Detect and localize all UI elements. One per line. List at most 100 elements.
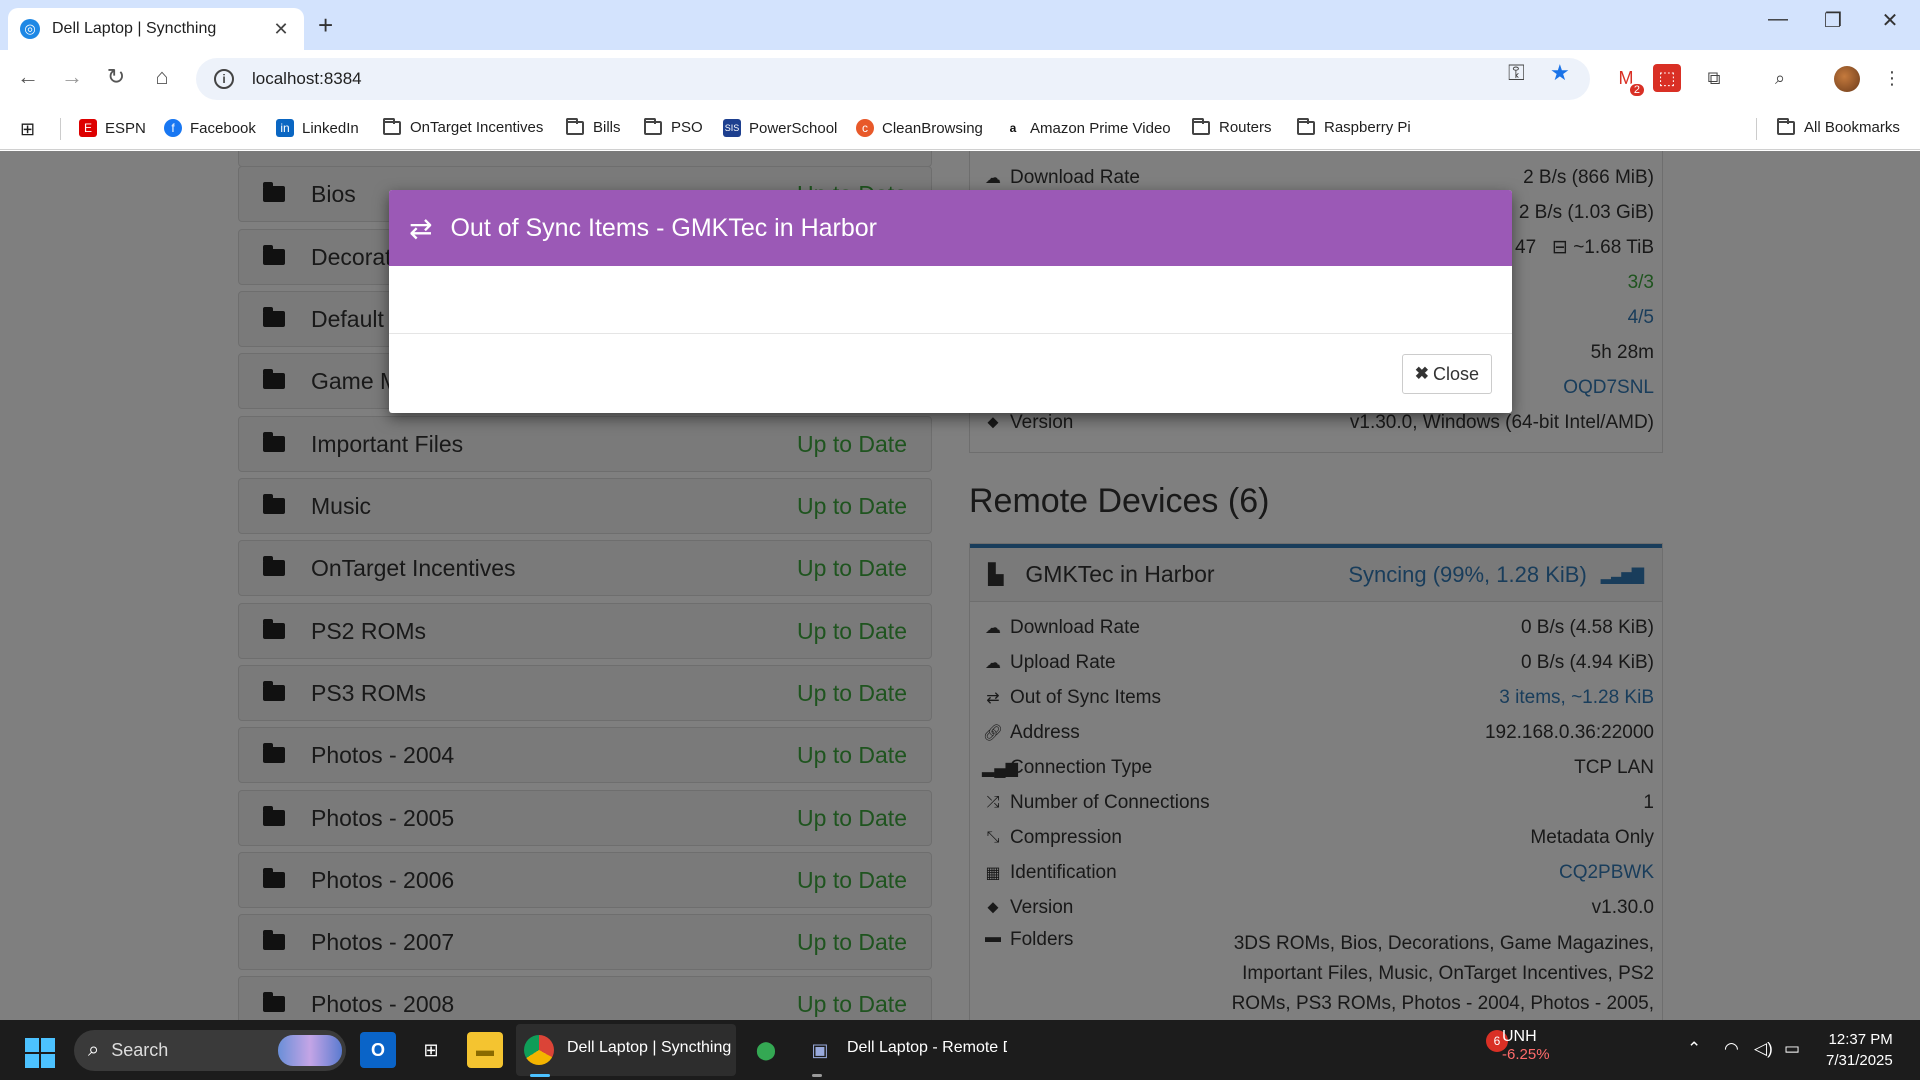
bookmark-label: ESPN [105,119,146,137]
site-info-icon[interactable]: i [214,69,234,89]
bookmark-label: OnTarget Incentives [410,119,544,136]
taskbar-search-box[interactable]: ⌕ Search [74,1030,346,1071]
gmail-badge: 2 [1627,82,1646,98]
extensions-puzzle-icon[interactable]: ⧉ [1700,64,1728,92]
linkedin-icon: in [276,119,294,137]
stock-symbol: UNH [1502,1028,1537,1045]
clock-date: 7/31/2025 [1826,1052,1893,1069]
chevron-up-icon[interactable]: ⌃ [1687,1039,1701,1059]
bookmarks-bar: ⊞ E ESPN f Facebook in LinkedIn OnTarget In… [0,108,1920,150]
pdf-extension-icon[interactable]: ⬚ [1653,64,1681,92]
syncthing-favicon-icon: ◎ [20,19,40,39]
espn-icon: E [79,119,97,137]
password-key-icon[interactable]: ⚿ [1508,60,1525,86]
browser-tab[interactable]: ◎ Dell Laptop | Syncthing ✕ [8,8,304,50]
bookmark-bills[interactable]: Bills [566,117,621,136]
bookmark-label: Routers [1219,119,1272,136]
close-icon: ✖ [1414,364,1429,383]
address-bar[interactable]: i localhost:8384 [196,58,1590,100]
apps-grid-icon[interactable]: ⊞ [20,119,35,140]
folder-icon [383,117,401,135]
bookmark-ontarget-incentives[interactable]: OnTarget Incentives [383,117,544,136]
microsoft-store-icon[interactable]: ⊞ [413,1032,449,1068]
bookmark-amazon-prime-video[interactable]: a Amazon Prime Video [1004,119,1171,137]
bookmark-raspberry-pi[interactable]: Raspberry Pi [1297,117,1411,136]
gmail-extension-icon[interactable]: M2 [1612,64,1646,98]
chrome-menu-icon[interactable]: ⋮ [1878,64,1906,92]
bookmark-label: LinkedIn [302,119,359,137]
window-close-button[interactable]: ✕ [1862,8,1918,33]
bookmark-star-icon[interactable]: ★ [1550,60,1570,86]
minimize-button[interactable]: — [1750,8,1806,31]
maps-icon[interactable]: ⬤ [748,1032,784,1068]
reload-button[interactable]: ↻ [100,64,132,90]
modal-header: ⇄ Out of Sync Items - GMKTec in Harbor [389,190,1512,266]
tab-search-icon[interactable]: ⌕ [1766,64,1794,92]
bookmark-facebook[interactable]: f Facebook [164,119,256,137]
back-button[interactable]: ← [12,64,44,90]
bookmark-label: PowerSchool [749,119,838,137]
url-text: localhost:8384 [252,69,362,88]
battery-icon[interactable]: ▭ [1784,1039,1800,1059]
outlook-icon[interactable]: O [360,1032,396,1068]
bookmark-label: CleanBrowsing [882,119,983,137]
remote-desktop-label: Dell Laptop - Remote D [847,1039,1007,1056]
amazon-icon: a [1009,121,1017,135]
folder-icon [1192,117,1210,135]
modal-footer: ✖ Close [389,334,1512,413]
home-button[interactable]: ⌂ [146,64,178,90]
bookmark-espn[interactable]: E ESPN [79,119,146,137]
file-explorer-icon[interactable]: ▬ [467,1032,503,1068]
clock-time: 12:37 PM [1828,1031,1893,1048]
wifi-icon[interactable]: ◠ [1724,1039,1739,1059]
all-bookmarks-label: All Bookmarks [1804,119,1900,136]
open-indicator [812,1074,822,1077]
windows-start-icon[interactable] [25,1038,55,1068]
browser-toolbar: ← → ↻ ⌂ i localhost:8384 ⚿ ★ M2 ⬚ ⧉ ⌕ ⋮ [0,50,1920,108]
new-tab-button[interactable]: + [318,10,333,41]
tab-strip: ◎ Dell Laptop | Syncthing ✕ + — ❐ ✕ [0,0,1920,50]
bookmark-routers[interactable]: Routers [1192,117,1272,136]
facebook-icon: f [164,119,182,137]
tab-title: Dell Laptop | Syncthing [52,20,217,37]
stock-widget[interactable]: UNH -6.25% [1502,1028,1550,1063]
search-highlight-image [278,1035,342,1066]
exchange-icon: ⇄ [409,212,433,244]
folder-icon [644,117,662,135]
folder-icon [1777,117,1795,135]
all-bookmarks-button[interactable]: All Bookmarks [1777,117,1900,136]
close-button[interactable]: ✖ Close [1401,354,1492,394]
chrome-window-label: Dell Laptop | Syncthing [567,1039,732,1056]
bookmark-linkedin[interactable]: in LinkedIn [276,119,359,137]
cleanbrowsing-icon: c [856,119,874,137]
restore-button[interactable]: ❐ [1805,8,1861,33]
bookmark-pso[interactable]: PSO [644,117,703,136]
modal-body [389,266,1512,334]
powerschool-icon: SIS [723,119,741,137]
stock-change: -6.25% [1502,1046,1550,1063]
volume-icon[interactable]: ◁) [1754,1039,1773,1059]
bookmark-label: PSO [671,119,703,136]
folder-icon [1297,117,1315,135]
bookmark-powerschool[interactable]: SIS PowerSchool [723,119,837,137]
tab-close-icon[interactable]: ✕ [270,19,292,40]
profile-avatar[interactable] [1834,66,1860,92]
bookmark-label: Bills [593,119,621,136]
remote-desktop-icon[interactable]: ▣ [802,1032,838,1068]
bookmark-label: Facebook [190,119,256,137]
folder-icon [566,117,584,135]
bookmarks-divider [1756,118,1757,140]
windows-taskbar: ⌕ Search O ⊞ ▬ Dell Laptop | Syncthing ⬤… [0,1020,1920,1080]
close-button-label: Close [1432,363,1479,384]
bookmark-label: Raspberry Pi [1324,119,1411,136]
chrome-icon [524,1035,554,1065]
bookmark-label: Amazon Prime Video [1030,119,1171,137]
bookmark-cleanbrowsing[interactable]: c CleanBrowsing [856,119,983,137]
active-indicator [530,1074,550,1077]
search-icon: ⌕ [88,1039,100,1061]
out-of-sync-modal: ⇄ Out of Sync Items - GMKTec in Harbor ✖… [389,190,1512,413]
taskbar-clock[interactable]: 12:37 PM 7/31/2025 [1826,1029,1893,1071]
forward-button[interactable]: → [56,64,88,90]
search-placeholder: Search [111,1040,169,1060]
bookmarks-divider [60,118,61,140]
